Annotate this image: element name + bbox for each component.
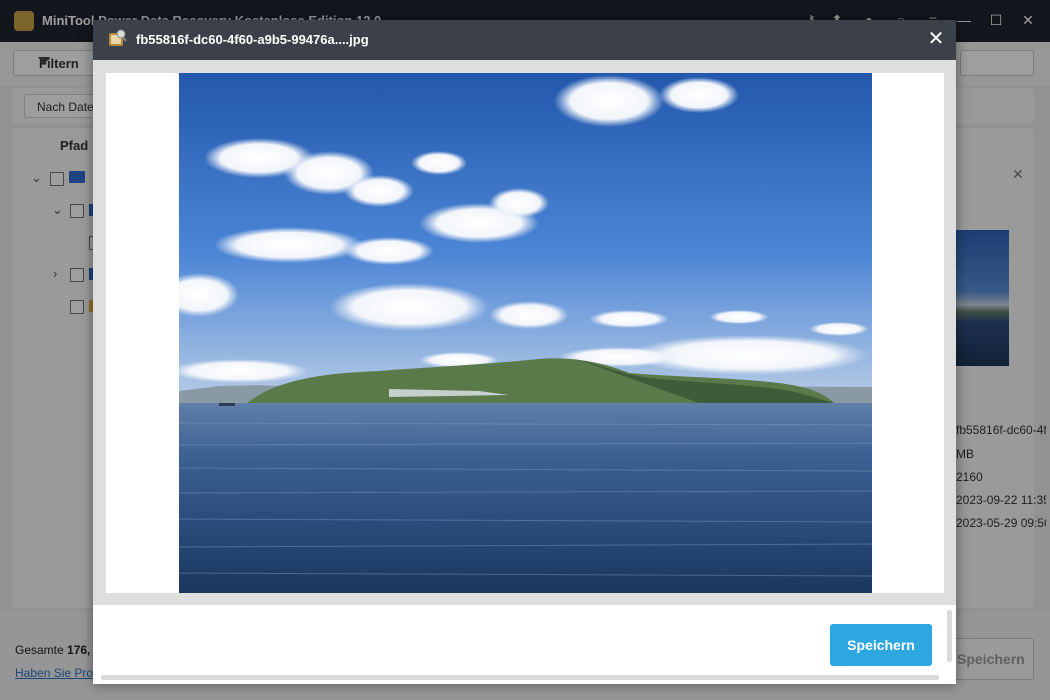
- dialog-footer: Speichern: [93, 605, 956, 684]
- preview-canvas: [106, 73, 944, 593]
- preview-image: [179, 73, 872, 593]
- save-button[interactable]: Speichern: [830, 624, 932, 666]
- horizontal-scrollbar[interactable]: [101, 675, 939, 680]
- vertical-scrollbar[interactable]: [947, 610, 952, 662]
- preview-area: [93, 60, 956, 605]
- image-preview-dialog: fb55816f-dc60-4f60-a9b5-99476a....jpg ✕: [93, 20, 956, 684]
- dialog-header: fb55816f-dc60-4f60-a9b5-99476a....jpg ✕: [93, 20, 956, 60]
- app-logo-icon: [109, 29, 127, 46]
- close-icon[interactable]: ✕: [923, 26, 949, 52]
- dialog-title: fb55816f-dc60-4f60-a9b5-99476a....jpg: [136, 32, 369, 47]
